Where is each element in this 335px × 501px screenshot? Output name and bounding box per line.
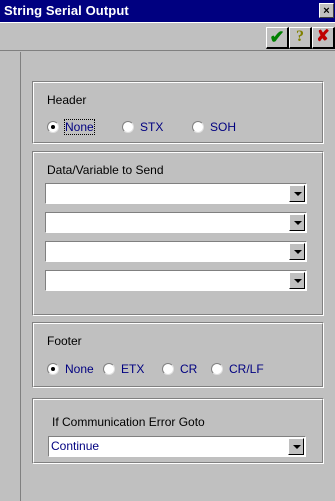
dropdown-arrow-icon[interactable] — [289, 214, 305, 231]
footer-group: Footer None ETX CR CR/LF — [32, 322, 324, 388]
dropdown-arrow-icon[interactable] — [288, 438, 304, 455]
header-group: Header None STX SOH — [32, 81, 324, 144]
dropdown-arrow-icon[interactable] — [289, 272, 305, 289]
error-group: If Communication Error Goto Continue — [32, 398, 324, 464]
radio-selected-icon — [47, 120, 59, 133]
radio-icon — [103, 362, 115, 375]
data-field-1[interactable] — [45, 183, 307, 204]
footer-radio-cr[interactable]: CR — [162, 361, 197, 377]
footer-options: None ETX CR CR/LF — [47, 361, 317, 377]
footer-radio-etx[interactable]: ETX — [103, 361, 144, 377]
radio-icon — [162, 362, 174, 375]
dialog-window: String Serial Output × ✔ ? ✘ Header None… — [0, 0, 335, 501]
check-icon: ✔ — [269, 27, 285, 47]
header-radio-soh[interactable]: SOH — [192, 119, 236, 135]
footer-radio-crlf[interactable]: CR/LF — [211, 361, 264, 377]
close-button[interactable]: × — [319, 3, 334, 18]
title-bar[interactable]: String Serial Output × — [0, 0, 335, 22]
cancel-button[interactable]: ✘ — [312, 27, 335, 49]
error-goto-select[interactable]: Continue — [48, 436, 306, 457]
question-icon: ? — [296, 28, 304, 45]
footer-label: Footer — [47, 334, 82, 348]
data-field-3[interactable] — [45, 241, 307, 262]
dropdown-arrow-icon[interactable] — [289, 243, 305, 260]
radio-icon — [211, 362, 223, 375]
toolbar: ✔ ? ✘ — [0, 22, 335, 51]
footer-radio-none[interactable]: None — [47, 361, 94, 377]
data-label: Data/Variable to Send — [47, 163, 164, 177]
radio-icon — [122, 120, 134, 133]
ok-button[interactable]: ✔ — [266, 27, 289, 49]
help-button[interactable]: ? — [289, 27, 312, 49]
window-title: String Serial Output — [4, 3, 129, 18]
radio-icon — [192, 120, 204, 133]
header-options: None STX SOH — [47, 118, 307, 135]
header-label: Header — [47, 93, 87, 107]
header-radio-none[interactable]: None — [47, 118, 95, 135]
data-group: Data/Variable to Send — [32, 151, 324, 316]
radio-selected-icon — [47, 362, 59, 375]
data-field-4[interactable] — [45, 270, 307, 291]
dropdown-arrow-icon[interactable] — [289, 185, 305, 202]
cross-icon: ✘ — [316, 28, 330, 45]
dialog-body: Header None STX SOH Data/Variable to Sen… — [20, 52, 335, 501]
error-label: If Communication Error Goto — [52, 415, 205, 429]
data-field-2[interactable] — [45, 212, 307, 233]
header-radio-stx[interactable]: STX — [122, 119, 163, 135]
